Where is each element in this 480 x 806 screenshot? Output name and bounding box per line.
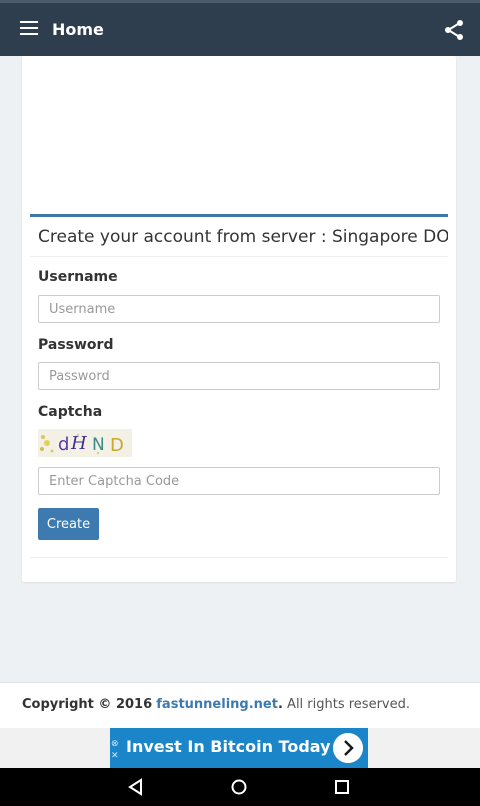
- ad-arrow-icon[interactable]: [333, 733, 363, 763]
- create-button[interactable]: Create: [38, 508, 99, 540]
- ad-banner[interactable]: ⊗ ✕ Invest In Bitcoin Today: [110, 728, 368, 768]
- copyright-footer: Copyright © 2016 fastunneling.net. All r…: [0, 682, 480, 728]
- ad-choices-icon[interactable]: ⊗ ✕: [111, 738, 122, 762]
- password-input[interactable]: [38, 362, 440, 390]
- site-link[interactable]: fastunneling.net: [156, 697, 278, 712]
- app-bar: Home: [0, 0, 480, 56]
- copyright-suffix: All rights reserved.: [287, 697, 410, 712]
- captcha-input[interactable]: [38, 467, 440, 495]
- system-nav-bar: [0, 768, 480, 806]
- captcha-label: Captcha: [38, 404, 103, 420]
- username-label: Username: [38, 269, 118, 285]
- password-label: Password: [38, 337, 114, 353]
- blank-area: [22, 56, 456, 214]
- share-icon[interactable]: [442, 18, 466, 42]
- captcha-image: d H N D: [38, 429, 132, 457]
- recents-icon[interactable]: [331, 776, 353, 798]
- hamburger-menu-icon[interactable]: [20, 21, 38, 35]
- back-icon[interactable]: [125, 776, 147, 798]
- panel-divider: [30, 557, 448, 558]
- content-card: Create your account from server : Singap…: [22, 56, 456, 582]
- svg-text:D: D: [110, 435, 124, 456]
- ad-text: Invest In Bitcoin Today: [126, 737, 331, 756]
- svg-text:H: H: [70, 433, 87, 454]
- register-panel: Create your account from server : Singap…: [30, 214, 448, 558]
- ad-strip: ⊗ ✕ Invest In Bitcoin Today: [0, 728, 480, 768]
- svg-text:d: d: [58, 434, 69, 455]
- panel-heading: Create your account from server : Singap…: [30, 217, 448, 257]
- svg-text:N: N: [92, 435, 105, 455]
- page-title: Home: [52, 20, 104, 39]
- username-input[interactable]: [38, 295, 440, 323]
- home-icon[interactable]: [228, 776, 250, 798]
- copyright-prefix: Copyright © 2016: [22, 697, 153, 712]
